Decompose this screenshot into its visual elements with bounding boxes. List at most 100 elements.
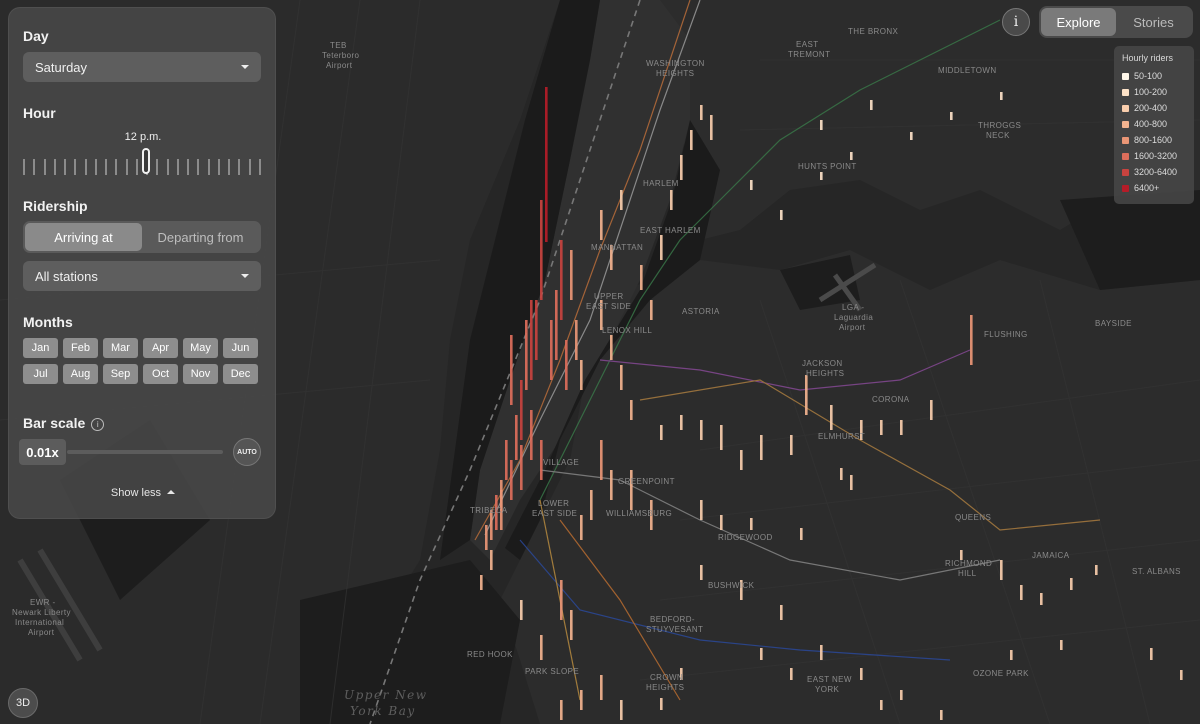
station-bar[interactable] <box>1150 648 1153 660</box>
station-bar[interactable] <box>580 360 583 390</box>
station-bar[interactable] <box>525 320 528 390</box>
station-bar[interactable] <box>560 700 563 720</box>
station-bar[interactable] <box>1020 585 1023 600</box>
station-bar[interactable] <box>720 425 723 450</box>
station-bar[interactable] <box>860 668 863 680</box>
station-bar[interactable] <box>540 200 543 300</box>
station-bar[interactable] <box>800 528 803 540</box>
station-bar[interactable] <box>560 580 563 620</box>
station-bar[interactable] <box>610 470 613 500</box>
station-bar[interactable] <box>490 550 493 570</box>
station-bar[interactable] <box>530 300 533 380</box>
station-bar[interactable] <box>760 648 763 660</box>
station-bar[interactable] <box>820 172 823 180</box>
station-bar[interactable] <box>600 675 603 700</box>
station-bar[interactable] <box>570 250 573 300</box>
station-bar[interactable] <box>575 320 578 360</box>
station-bar[interactable] <box>650 300 653 320</box>
station-bar[interactable] <box>515 415 518 460</box>
station-bar[interactable] <box>850 152 853 160</box>
station-select[interactable]: All stations <box>23 261 261 291</box>
tab-departing-from[interactable]: Departing from <box>142 223 259 251</box>
station-bar[interactable] <box>505 440 508 480</box>
show-less-button[interactable]: Show less <box>9 487 277 499</box>
station-bar[interactable] <box>805 375 808 415</box>
station-bar[interactable] <box>790 668 793 680</box>
station-bar[interactable] <box>680 155 683 180</box>
station-bar[interactable] <box>570 610 573 640</box>
tab-arriving-at[interactable]: Arriving at <box>25 223 142 251</box>
station-bar[interactable] <box>620 190 623 210</box>
station-bar[interactable] <box>710 115 713 140</box>
month-sep[interactable]: Sep <box>103 364 138 384</box>
station-bar[interactable] <box>970 315 973 365</box>
auto-scale-button[interactable]: AUTO <box>233 438 261 466</box>
station-bar[interactable] <box>520 600 523 620</box>
hour-slider-thumb[interactable] <box>142 148 150 174</box>
station-bar[interactable] <box>510 335 513 405</box>
station-bar[interactable] <box>660 235 663 260</box>
month-aug[interactable]: Aug <box>63 364 98 384</box>
station-bar[interactable] <box>880 700 883 710</box>
station-bar[interactable] <box>660 698 663 710</box>
station-bar[interactable] <box>610 335 613 360</box>
station-bar[interactable] <box>640 265 643 290</box>
station-bar[interactable] <box>660 425 663 440</box>
station-bar[interactable] <box>750 518 753 530</box>
station-bar[interactable] <box>900 690 903 700</box>
info-button[interactable]: i <box>1002 8 1030 36</box>
station-bar[interactable] <box>565 340 568 390</box>
bar-scale-value[interactable]: 0.01x <box>19 439 66 465</box>
station-bar[interactable] <box>480 575 483 590</box>
station-bar[interactable] <box>880 420 883 435</box>
station-bar[interactable] <box>510 460 513 500</box>
station-bar[interactable] <box>840 468 843 480</box>
station-bar[interactable] <box>870 100 873 110</box>
3d-toggle-button[interactable]: 3D <box>8 688 38 718</box>
station-bar[interactable] <box>1180 670 1183 680</box>
station-bar[interactable] <box>545 87 548 242</box>
station-bar[interactable] <box>820 645 823 660</box>
station-bar[interactable] <box>630 400 633 420</box>
month-feb[interactable]: Feb <box>63 338 98 358</box>
station-bar[interactable] <box>520 380 523 440</box>
station-bar[interactable] <box>780 210 783 220</box>
station-bar[interactable] <box>520 445 523 490</box>
month-mar[interactable]: Mar <box>103 338 138 358</box>
month-apr[interactable]: Apr <box>143 338 178 358</box>
station-bar[interactable] <box>1060 640 1063 650</box>
station-bar[interactable] <box>700 105 703 120</box>
station-bar[interactable] <box>720 515 723 530</box>
station-bar[interactable] <box>820 120 823 130</box>
month-jan[interactable]: Jan <box>23 338 58 358</box>
station-bar[interactable] <box>560 240 563 320</box>
station-bar[interactable] <box>690 130 693 150</box>
tab-stories[interactable]: Stories <box>1116 8 1191 36</box>
station-bar[interactable] <box>620 365 623 390</box>
station-bar[interactable] <box>540 635 543 660</box>
day-select[interactable]: Saturday <box>23 52 261 82</box>
station-bar[interactable] <box>790 435 793 455</box>
info-icon[interactable]: i <box>91 418 105 431</box>
month-jun[interactable]: Jun <box>223 338 258 358</box>
station-bar[interactable] <box>670 190 673 210</box>
station-bar[interactable] <box>485 525 488 550</box>
station-bar[interactable] <box>940 710 943 720</box>
station-bar[interactable] <box>700 565 703 580</box>
month-nov[interactable]: Nov <box>183 364 218 384</box>
station-bar[interactable] <box>1040 593 1043 605</box>
tab-explore[interactable]: Explore <box>1041 8 1116 36</box>
station-bar[interactable] <box>740 450 743 470</box>
station-bar[interactable] <box>550 320 553 380</box>
station-bar[interactable] <box>1095 565 1098 575</box>
station-bar[interactable] <box>930 400 933 420</box>
station-bar[interactable] <box>780 605 783 620</box>
station-bar[interactable] <box>1000 560 1003 580</box>
station-bar[interactable] <box>555 290 558 360</box>
month-jul[interactable]: Jul <box>23 364 58 384</box>
station-bar[interactable] <box>750 180 753 190</box>
month-oct[interactable]: Oct <box>143 364 178 384</box>
station-bar[interactable] <box>910 132 913 140</box>
station-bar[interactable] <box>700 500 703 520</box>
station-bar[interactable] <box>1000 92 1003 100</box>
